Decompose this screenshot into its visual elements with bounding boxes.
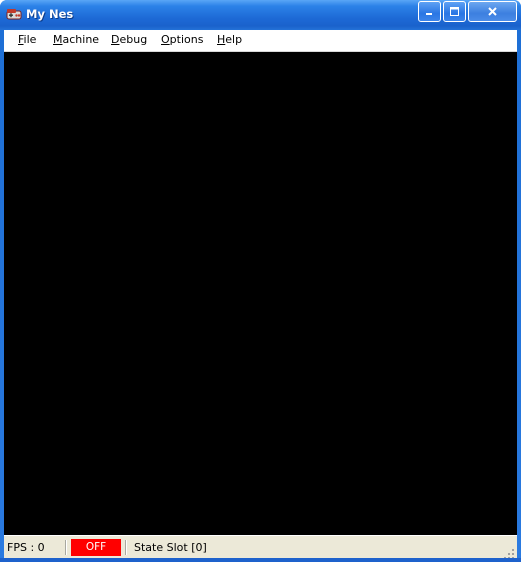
menu-machine-accel: M [53,33,63,46]
state-slot-label: State Slot [0] [134,541,207,554]
client-area: File Machine Debug Options Help FPS : 0 … [4,30,517,559]
menu-file[interactable]: File [18,33,36,46]
menu-help[interactable]: Help [217,33,242,46]
close-icon [487,2,498,21]
minimize-button[interactable] [418,1,441,22]
menu-help-accel: H [217,33,226,46]
menu-options[interactable]: Options [161,33,203,46]
minimize-icon [424,2,435,21]
maximize-button[interactable] [443,1,466,22]
menu-file-accel: F [18,33,24,46]
emulator-screen[interactable] [4,52,517,535]
power-status-indicator: OFF [71,539,121,556]
resize-grip-icon[interactable] [503,545,515,559]
fps-counter: FPS : 0 [7,541,45,554]
status-separator [65,540,67,555]
status-separator [125,540,127,555]
menu-debug-accel: D [111,33,120,46]
close-button[interactable] [468,1,517,22]
power-status-label: OFF [85,541,107,554]
nes-controller-icon[interactable] [6,6,22,22]
menu-debug[interactable]: Debug [111,33,147,46]
menu-bar: File Machine Debug Options Help [4,30,517,52]
menu-machine[interactable]: Machine [53,33,99,46]
status-bar: FPS : 0 OFF State Slot [0] [4,535,517,559]
window-title: My Nes [26,7,74,21]
app-window: My Nes File Machine Debug Options Help F… [0,0,521,562]
window-frame-bottom[interactable] [0,558,521,562]
menu-options-accel: O [161,33,170,46]
title-bar[interactable]: My Nes [0,0,521,30]
maximize-icon [449,2,460,21]
